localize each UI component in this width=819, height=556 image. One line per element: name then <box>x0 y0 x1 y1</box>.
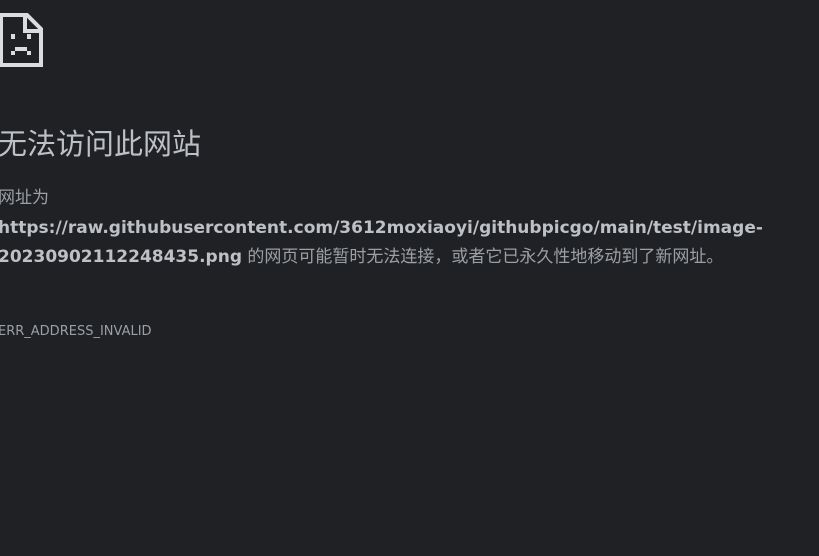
error-title: 无法访问此网站 <box>0 127 202 161</box>
error-message-suffix: 的网页可能暂时无法连接，或者它已永久性地移动到了新网址。 <box>242 247 724 267</box>
error-message: 网址为 https://raw.githubusercontent.com/361… <box>0 184 763 273</box>
error-code: ERR_ADDRESS_INVALID <box>0 324 152 339</box>
error-message-prefix: 网址为 <box>0 188 49 208</box>
error-page: 无法访问此网站 网址为 https://raw.githubusercontent… <box>0 0 819 556</box>
sad-page-icon <box>0 13 43 67</box>
